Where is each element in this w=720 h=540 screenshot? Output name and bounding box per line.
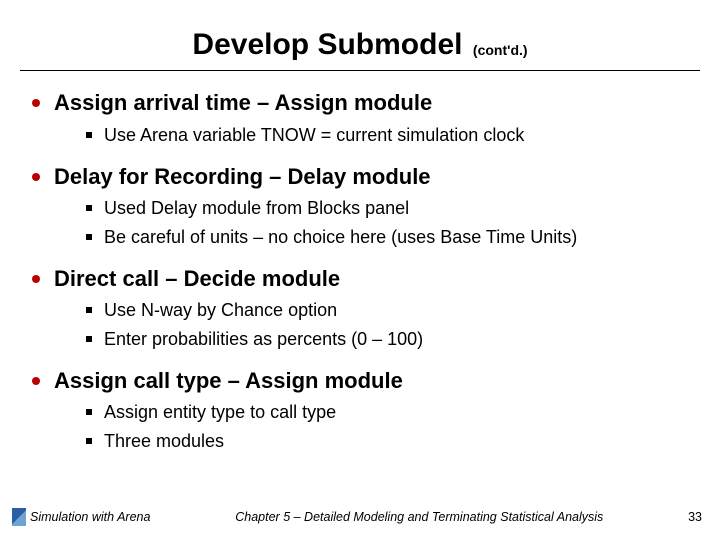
bullet-square-icon: [86, 307, 92, 313]
book-logo-icon: [12, 508, 26, 526]
bullet-square-icon: [86, 336, 92, 342]
footer: Simulation with Arena Chapter 5 – Detail…: [0, 508, 720, 526]
bullet-lvl2: Used Delay module from Blocks panel: [86, 196, 688, 220]
bullet-lvl1: Assign call type – Assign module: [32, 367, 688, 395]
slide: Develop Submodel (cont'd.) Assign arriva…: [0, 0, 720, 540]
section-item: Use Arena variable TNOW = current simula…: [104, 123, 524, 147]
section-item: Assign entity type to call type: [104, 400, 336, 424]
section-item: Enter probabilities as percents (0 – 100…: [104, 327, 423, 351]
bullet-square-icon: [86, 205, 92, 211]
bullet-dot-icon: [32, 99, 40, 107]
slide-title: Develop Submodel: [192, 28, 462, 62]
section-item: Use N-way by Chance option: [104, 298, 337, 322]
section-heading: Assign arrival time – Assign module: [54, 89, 432, 117]
section-item: Used Delay module from Blocks panel: [104, 196, 409, 220]
title-block: Develop Submodel (cont'd.): [20, 28, 700, 62]
section-heading: Assign call type – Assign module: [54, 367, 403, 395]
bullet-square-icon: [86, 438, 92, 444]
slide-title-suffix: (cont'd.): [473, 42, 528, 58]
section-heading: Delay for Recording – Delay module: [54, 163, 431, 191]
bullet-lvl2: Three modules: [86, 429, 688, 453]
bullet-lvl2: Assign entity type to call type: [86, 400, 688, 424]
title-divider: [20, 70, 700, 71]
bullet-lvl2: Enter probabilities as percents (0 – 100…: [86, 327, 688, 351]
bullet-lvl1: Assign arrival time – Assign module: [32, 89, 688, 117]
bullet-square-icon: [86, 409, 92, 415]
footer-left-text: Simulation with Arena: [30, 510, 150, 524]
bullet-lvl1: Direct call – Decide module: [32, 265, 688, 293]
bullet-square-icon: [86, 234, 92, 240]
content-area: Assign arrival time – Assign module Use …: [20, 89, 700, 453]
page-number: 33: [688, 510, 702, 524]
bullet-dot-icon: [32, 173, 40, 181]
footer-left: Simulation with Arena: [12, 508, 150, 526]
bullet-dot-icon: [32, 275, 40, 283]
footer-center-text: Chapter 5 – Detailed Modeling and Termin…: [150, 510, 688, 524]
bullet-dot-icon: [32, 377, 40, 385]
bullet-lvl2: Use N-way by Chance option: [86, 298, 688, 322]
section-item: Three modules: [104, 429, 224, 453]
bullet-lvl2: Use Arena variable TNOW = current simula…: [86, 123, 688, 147]
section-heading: Direct call – Decide module: [54, 265, 340, 293]
bullet-lvl1: Delay for Recording – Delay module: [32, 163, 688, 191]
bullet-square-icon: [86, 132, 92, 138]
bullet-lvl2: Be careful of units – no choice here (us…: [86, 225, 688, 249]
section-item: Be careful of units – no choice here (us…: [104, 225, 577, 249]
